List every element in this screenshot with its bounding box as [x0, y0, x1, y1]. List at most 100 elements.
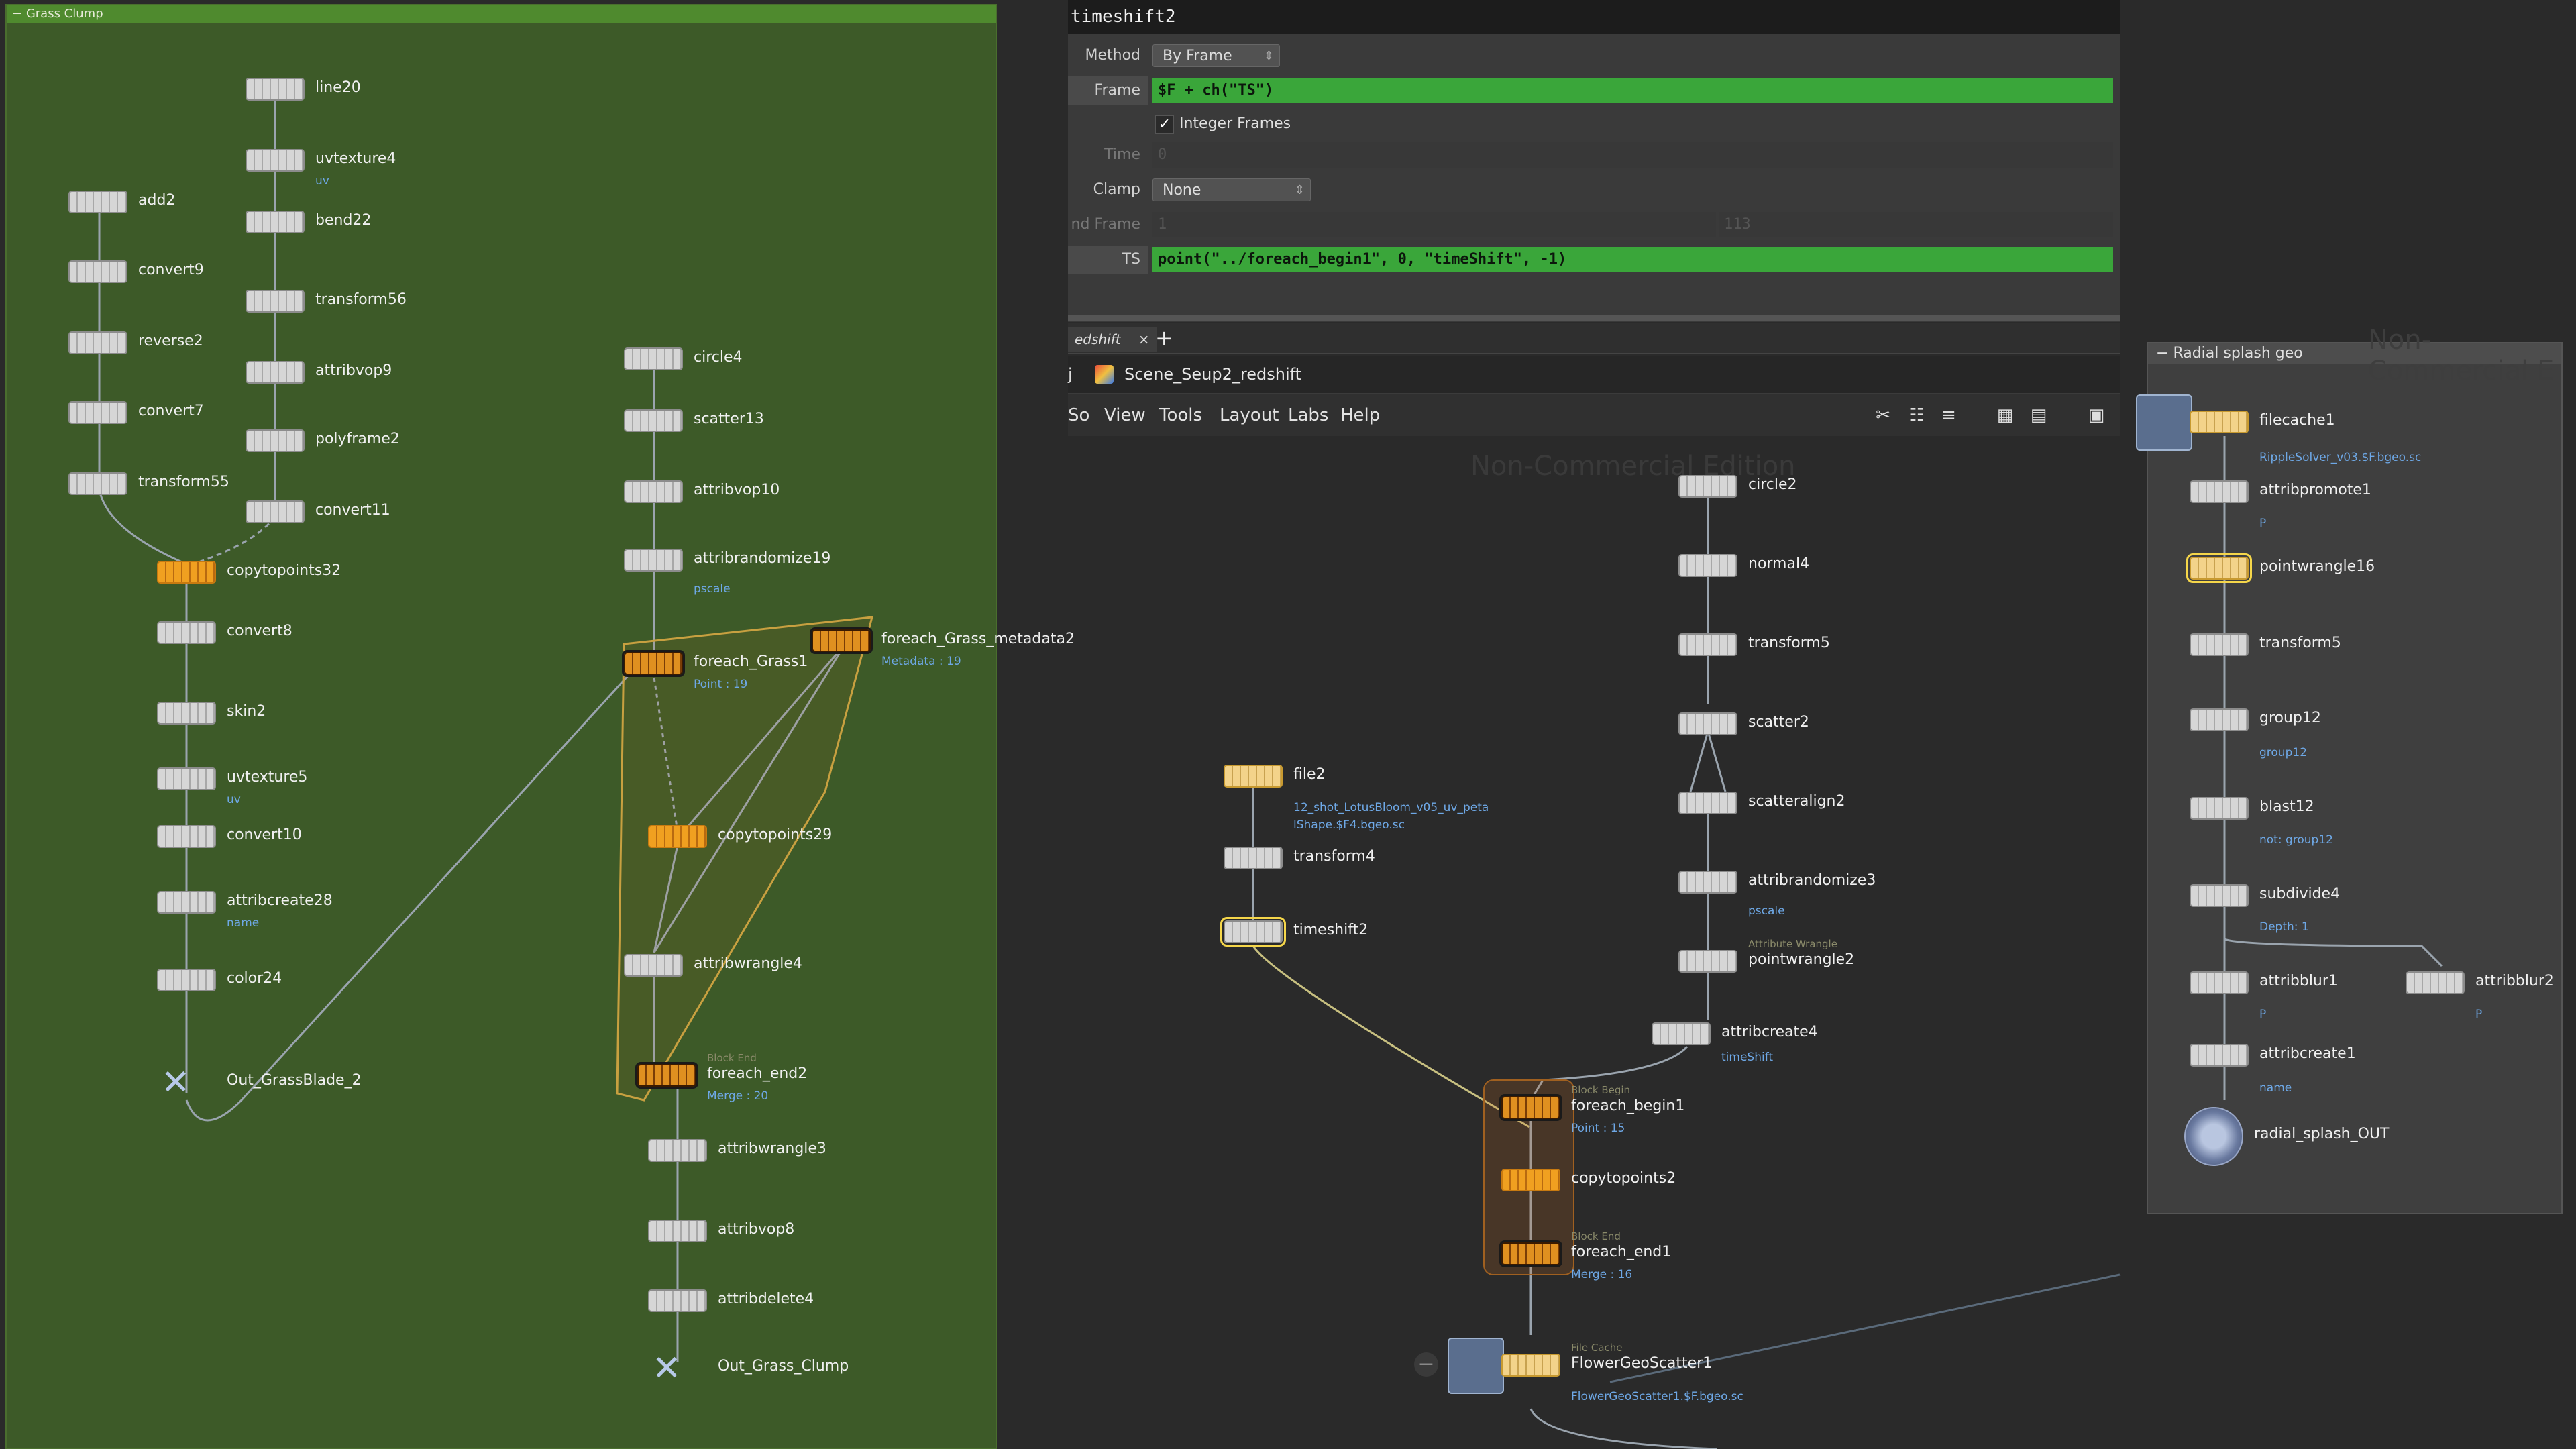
param-row-time: Time 0 — [1068, 141, 2120, 169]
node-label: radial_splash_OUT — [2254, 1126, 2390, 1142]
end-frame-end-field[interactable]: 113 — [1719, 212, 2113, 237]
menu-item-view[interactable]: View — [1104, 394, 1146, 436]
parameter-pane: timeshift2 Method By Frame ⇕ Frame $F + c… — [1068, 0, 2120, 322]
param-row-integer-frames: ✓ Integer Frames — [1068, 110, 2120, 138]
foreach-metadata-icon — [810, 627, 873, 654]
color-icon — [157, 969, 216, 991]
color-palette-icon[interactable]: ▦ — [1995, 405, 2015, 425]
node-label: line20 — [315, 79, 361, 96]
node-label: uvtexture4 — [315, 150, 396, 167]
node-label: foreach_end2 — [707, 1065, 808, 1082]
timeshift-icon — [1220, 917, 1286, 947]
copy-to-points-icon — [157, 561, 216, 584]
foreach-begin-icon — [622, 650, 685, 677]
node-label: color24 — [227, 970, 282, 987]
node-label: transform55 — [138, 474, 229, 490]
attrib-randomize-icon — [624, 549, 683, 572]
attrib-create-icon — [157, 891, 216, 914]
node-sublabel: Depth: 1 — [2259, 920, 2309, 934]
list-view-icon[interactable]: ≡ — [1939, 405, 1959, 425]
close-tab-icon[interactable]: × — [1138, 331, 1150, 347]
path-label[interactable]: Scene_Seup2_redshift — [1124, 356, 1301, 393]
network-box-title-label: Radial splash geo — [2173, 345, 2303, 362]
node-sublabel: uv — [227, 793, 241, 806]
node-sublabel: P — [2259, 1008, 2267, 1021]
network-menu-bar: So View Tools Layout Labs Help ✂ ☷ ≡ ▦ ▤… — [1068, 394, 2120, 436]
collapse-icon[interactable]: − — [12, 7, 22, 21]
network-box-radial-splash-geo[interactable]: − Radial splash geo — [2147, 342, 2563, 1214]
convert-icon — [157, 825, 216, 848]
attrib-randomize-icon — [1678, 871, 1737, 894]
foreach-end-icon — [1499, 1240, 1562, 1267]
ts-expression-field[interactable]: point("../foreach_begin1", 0, "timeShift… — [1152, 247, 2113, 272]
bend-icon — [246, 211, 305, 233]
node-label: uvtexture5 — [227, 769, 308, 786]
network-path-bar: j Scene_Seup2_redshift — [1068, 356, 2120, 394]
node-hint: Block End — [707, 1052, 757, 1064]
convert-icon — [68, 260, 127, 283]
polyframe-icon — [246, 429, 305, 452]
transform-icon — [246, 290, 305, 313]
menu-item-layout[interactable]: Layout — [1220, 394, 1279, 436]
node-label: filecache1 — [2259, 412, 2335, 429]
menu-item-help[interactable]: Help — [1340, 394, 1380, 436]
attrib-create-icon — [1652, 1022, 1711, 1045]
node-label: copytopoints29 — [718, 826, 833, 843]
file-icon — [1224, 765, 1283, 788]
attrib-create-icon — [2190, 1044, 2249, 1067]
collapse-button-icon[interactable]: − — [1414, 1352, 1438, 1377]
param-row-method: Method By Frame ⇕ — [1068, 42, 2120, 70]
path-prefix[interactable]: j — [1068, 356, 1073, 393]
network-box-title[interactable]: − Grass Clump — [7, 5, 996, 23]
node-hint: Attribute Wrangle — [1748, 938, 1837, 950]
node-label: convert7 — [138, 402, 204, 419]
node-sublabel: group12 — [2259, 746, 2308, 759]
node-label: scatteralign2 — [1748, 793, 1845, 810]
node-label: foreach_begin1 — [1571, 1097, 1685, 1114]
integer-frames-label: Integer Frames — [1179, 115, 1291, 132]
method-dropdown[interactable]: By Frame ⇕ — [1152, 44, 1280, 67]
tab-redshift[interactable]: edshift × — [1068, 327, 1157, 352]
node-label: attribvop10 — [694, 482, 780, 498]
menu-item-tools[interactable]: Tools — [1159, 394, 1202, 436]
node-label: transform56 — [315, 291, 407, 308]
file-cache-disk-icon — [1448, 1338, 1504, 1394]
pane-options-icon[interactable]: ▣ — [2086, 405, 2106, 425]
node-sublabel: pscale — [1748, 904, 1785, 918]
end-frame-start-field[interactable]: 1 — [1152, 212, 1716, 237]
attrib-delete-icon — [648, 1289, 707, 1312]
dropdown-arrows-icon: ⇕ — [1263, 49, 1274, 63]
ts-label: TS — [1068, 246, 1148, 274]
clamp-dropdown[interactable]: None ⇕ — [1152, 178, 1311, 201]
time-field[interactable]: 0 — [1152, 142, 2113, 168]
wrangle-icon — [2186, 553, 2252, 583]
node-name-field[interactable]: timeshift2 — [1068, 0, 2120, 34]
pane-splitter[interactable] — [1068, 315, 2120, 321]
menu-item-so[interactable]: So — [1068, 394, 1089, 436]
transform-icon — [2190, 633, 2249, 656]
transform-icon — [1678, 633, 1737, 656]
network-box-grass-clump[interactable]: − Grass Clump — [5, 4, 997, 1449]
node-label: Out_GrassBlade_2 — [227, 1072, 362, 1089]
node-label: bend22 — [315, 212, 372, 229]
node-label: normal4 — [1748, 555, 1810, 572]
method-label: Method — [1085, 47, 1140, 64]
node-label: blast12 — [2259, 798, 2314, 815]
node-label: attribcreate4 — [1721, 1024, 1818, 1040]
node-label: attribblur2 — [2475, 973, 2554, 989]
wrench-icon[interactable]: ✂ — [1873, 405, 1893, 425]
node-label: skin2 — [227, 703, 266, 720]
integer-frames-checkbox[interactable]: ✓ — [1155, 115, 1174, 134]
reverse-icon — [68, 331, 127, 354]
collapse-icon[interactable]: − — [2156, 345, 2168, 362]
node-label: pointwrangle2 — [1748, 951, 1855, 968]
add-tab-icon[interactable]: + — [1155, 326, 1173, 350]
file-cache-disk-icon — [2136, 394, 2192, 451]
node-sublabel: lShape.$F4.bgeo.sc — [1293, 818, 1405, 832]
node-hint: Block Begin — [1571, 1084, 1631, 1096]
menu-item-labs[interactable]: Labs — [1288, 394, 1328, 436]
grid-view-icon[interactable]: ▤ — [2029, 405, 2049, 425]
frame-expression-field[interactable]: $F + ch("TS") — [1152, 78, 2113, 103]
tree-view-icon[interactable]: ☷ — [1907, 405, 1927, 425]
node-label: attribwrangle3 — [718, 1140, 826, 1157]
